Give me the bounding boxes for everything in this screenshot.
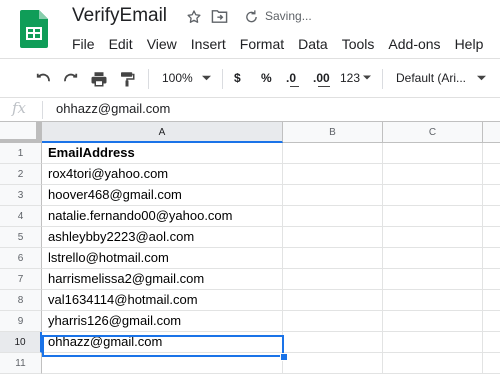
menu-data[interactable]: Data	[291, 34, 335, 54]
cell-email[interactable]: harrismelissa2@gmail.com	[42, 269, 283, 290]
cell-empty[interactable]	[483, 206, 500, 227]
cell-empty[interactable]	[383, 164, 483, 185]
cell-empty[interactable]	[283, 353, 383, 374]
menu-file[interactable]: File	[65, 34, 102, 54]
row-header[interactable]: 7	[0, 269, 42, 290]
cell-empty[interactable]	[483, 185, 500, 206]
column-header-b[interactable]: B	[283, 122, 383, 143]
cell-empty[interactable]	[383, 248, 483, 269]
increase-decimal-arrow-icon	[318, 86, 330, 87]
cell-empty[interactable]	[383, 143, 483, 164]
cell-email[interactable]: EmailAddress	[42, 143, 283, 164]
cell-empty[interactable]	[383, 227, 483, 248]
row-header[interactable]: 5	[0, 227, 42, 248]
row-header[interactable]: 11	[0, 353, 42, 374]
formula-input[interactable]: ohhazz@gmail.com	[56, 101, 170, 116]
menu-format[interactable]: Format	[233, 34, 291, 54]
cell-empty[interactable]	[283, 248, 383, 269]
document-title[interactable]: VerifyEmail	[72, 5, 167, 27]
formula-bar-divider	[42, 101, 43, 119]
menu-edit[interactable]: Edit	[102, 34, 140, 54]
row-header[interactable]: 4	[0, 206, 42, 227]
column-header-d[interactable]	[483, 122, 500, 143]
cell-email[interactable]: ashleybby2223@aol.com	[42, 227, 283, 248]
zoom-select[interactable]: 100%	[162, 71, 193, 85]
chevron-down-icon[interactable]	[202, 75, 211, 81]
menu-bar: File Edit View Insert Format Data Tools …	[65, 34, 490, 54]
cell-empty[interactable]	[483, 332, 500, 353]
menu-tools[interactable]: Tools	[335, 34, 382, 54]
font-select[interactable]: Default (Ari...	[396, 71, 466, 85]
row-header[interactable]: 10	[0, 332, 42, 353]
cell-empty[interactable]	[383, 269, 483, 290]
print-icon[interactable]	[90, 70, 108, 88]
chevron-down-icon[interactable]	[477, 75, 486, 81]
cell-email[interactable]: natalie.fernando00@yahoo.com	[42, 206, 283, 227]
cell-email[interactable]: hoover468@gmail.com	[42, 185, 283, 206]
row-header[interactable]: 2	[0, 164, 42, 185]
toolbar-divider	[148, 69, 149, 89]
cell-empty[interactable]	[283, 164, 383, 185]
decrease-decimal-arrow-icon	[290, 86, 299, 87]
cell-email[interactable]: ohhazz@gmail.com	[42, 332, 283, 353]
chevron-down-icon[interactable]	[363, 75, 371, 80]
currency-format-button[interactable]: $	[234, 71, 241, 85]
sheets-logo-icon[interactable]	[20, 10, 48, 48]
menu-insert[interactable]: Insert	[184, 34, 233, 54]
cell-empty[interactable]	[483, 290, 500, 311]
cell-empty[interactable]	[483, 164, 500, 185]
row-header[interactable]: 1	[0, 143, 42, 164]
cell-empty[interactable]	[383, 206, 483, 227]
sync-icon	[246, 10, 257, 23]
cell-email[interactable]	[42, 353, 283, 374]
cell-empty[interactable]	[283, 311, 383, 332]
more-formats-button[interactable]: 123	[340, 71, 360, 85]
fx-icon: fx	[12, 99, 27, 117]
cell-empty[interactable]	[483, 143, 500, 164]
fill-handle[interactable]	[280, 353, 288, 361]
decrease-decimal-button[interactable]: .0	[286, 71, 296, 85]
cell-empty[interactable]	[283, 143, 383, 164]
cell-email[interactable]: yharris126@gmail.com	[42, 311, 283, 332]
cell-empty[interactable]	[483, 248, 500, 269]
row-header[interactable]: 9	[0, 311, 42, 332]
cell-empty[interactable]	[283, 332, 383, 353]
row-header[interactable]: 8	[0, 290, 42, 311]
menu-view[interactable]: View	[140, 34, 184, 54]
cell-empty[interactable]	[383, 290, 483, 311]
cell-empty[interactable]	[383, 332, 483, 353]
column-header-a[interactable]: A	[42, 122, 283, 143]
cell-empty[interactable]	[283, 290, 383, 311]
cell-empty[interactable]	[483, 269, 500, 290]
cell-empty[interactable]	[383, 311, 483, 332]
cell-email[interactable]: lstrello@hotmail.com	[42, 248, 283, 269]
increase-decimal-button[interactable]: .00	[313, 71, 330, 85]
cell-empty[interactable]	[483, 311, 500, 332]
row-header[interactable]: 3	[0, 185, 42, 206]
cell-empty[interactable]	[483, 353, 500, 374]
cell-empty[interactable]	[383, 185, 483, 206]
cell-empty[interactable]	[283, 206, 383, 227]
undo-icon[interactable]	[34, 70, 52, 88]
save-status: Saving...	[265, 9, 312, 23]
star-icon[interactable]	[186, 9, 202, 25]
paint-format-icon[interactable]	[118, 70, 136, 88]
toolbar-divider	[382, 69, 383, 89]
menu-help[interactable]: Help	[448, 34, 491, 54]
cell-email[interactable]: val1634114@hotmail.com	[42, 290, 283, 311]
redo-icon[interactable]	[62, 70, 80, 88]
menu-addons[interactable]: Add-ons	[381, 34, 447, 54]
formula-bar-divider	[0, 97, 500, 98]
cell-empty[interactable]	[483, 227, 500, 248]
row-header[interactable]: 6	[0, 248, 42, 269]
column-header-c[interactable]: C	[383, 122, 483, 143]
cell-empty[interactable]	[283, 185, 383, 206]
cell-empty[interactable]	[383, 353, 483, 374]
cell-empty[interactable]	[283, 269, 383, 290]
cell-empty[interactable]	[283, 227, 383, 248]
cell-email[interactable]: rox4tori@yahoo.com	[42, 164, 283, 185]
percent-format-button[interactable]: %	[261, 71, 272, 85]
toolbar-divider	[222, 69, 223, 89]
move-folder-icon[interactable]	[211, 9, 228, 24]
